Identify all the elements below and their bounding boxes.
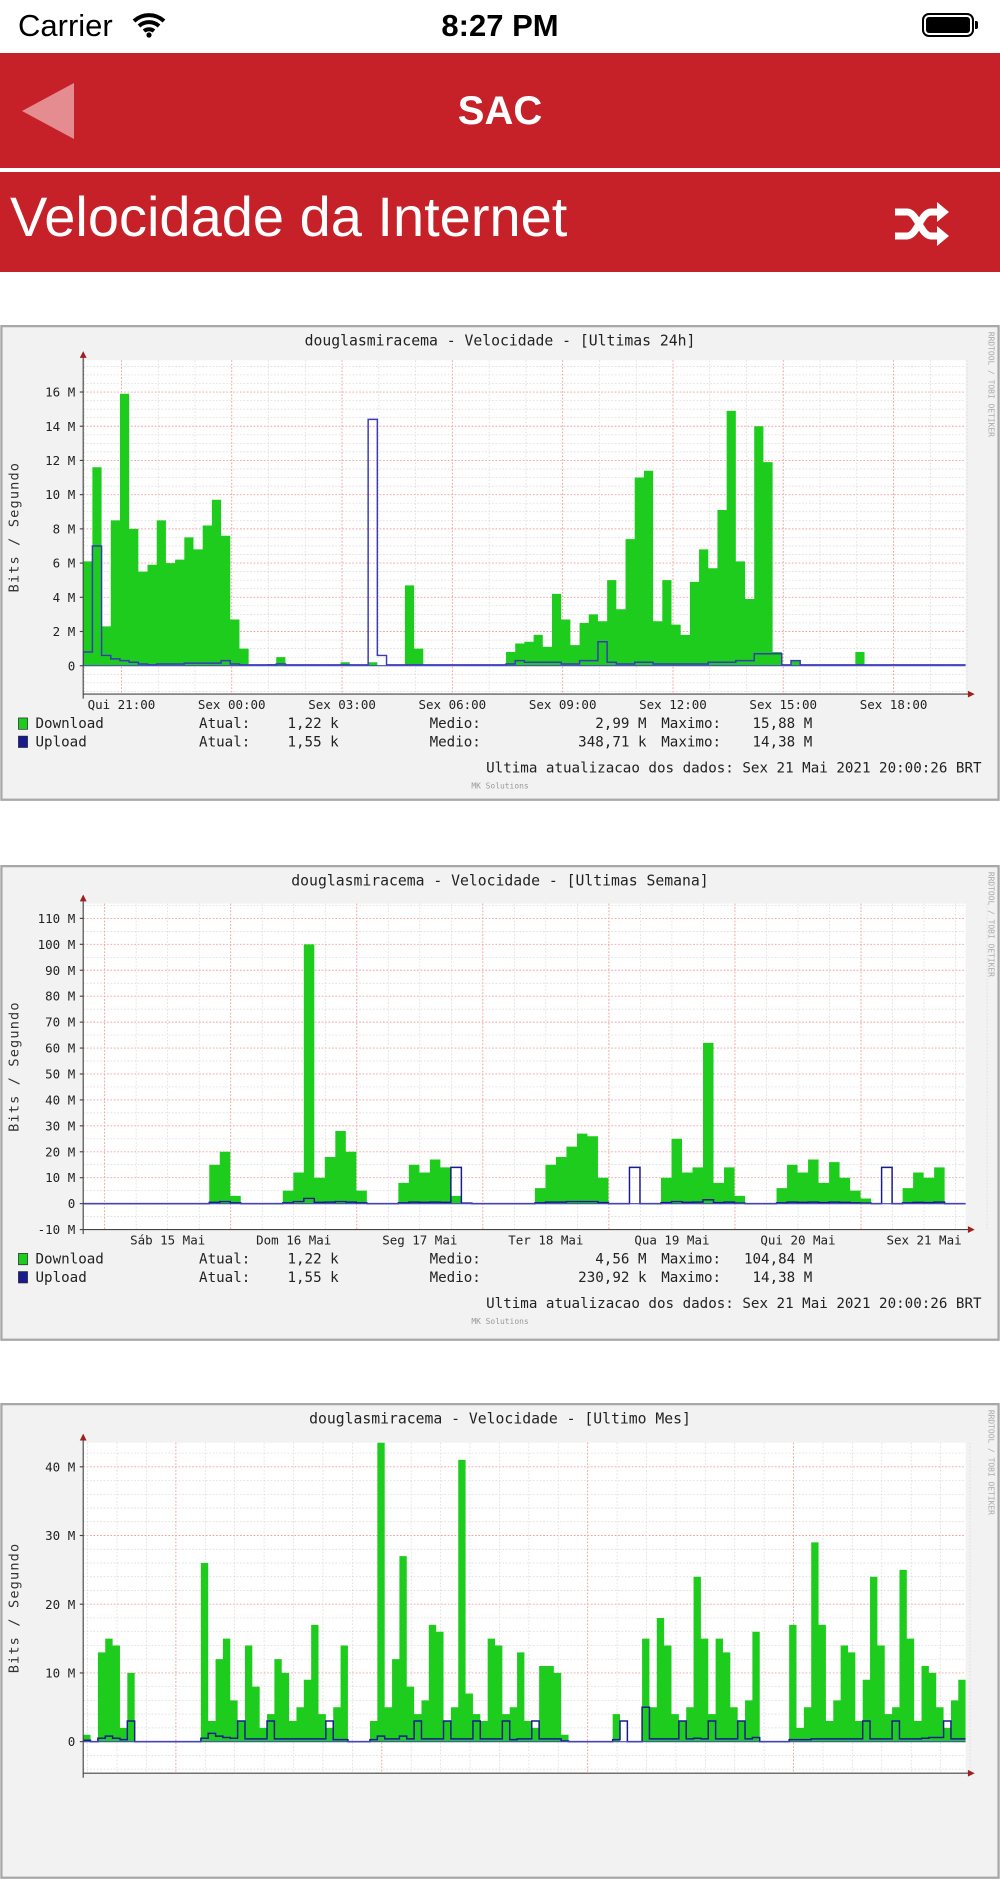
y-tick-label: 8 M [53, 521, 76, 536]
x-tick-label: Sex 03:00 [308, 697, 376, 712]
chart-month: douglasmiracema - Velocidade - [Ultimo M… [0, 1403, 1000, 1879]
download-swatch [18, 717, 28, 730]
y-tick-label: 2 M [53, 624, 76, 639]
y-tick-label: 110 M [38, 911, 76, 926]
page-title: Velocidade da Internet [10, 185, 568, 248]
y-tick-label: 10 M [45, 1170, 75, 1185]
y-tick-label: 40 M [45, 1459, 75, 1474]
nav-bar: SAC [0, 53, 1000, 168]
y-tick-label: 10 M [45, 487, 75, 502]
maximo-value: 14,38 M [753, 734, 813, 750]
medio-value: 348,71 k [578, 734, 647, 750]
chart-24h: douglasmiracema - Velocidade - [Ultimas … [0, 325, 1000, 801]
y-tick-label: 90 M [45, 963, 75, 978]
upload-swatch [18, 1271, 28, 1284]
nav-title: SAC [457, 89, 543, 133]
x-tick-label: Sex 09:00 [529, 697, 597, 712]
x-tick-label: Sex 21 Mai [886, 1232, 961, 1247]
y-axis-label: Bits / Segundo [6, 462, 22, 593]
y-tick-label: 0 [68, 658, 76, 673]
shuffle-icon[interactable] [893, 200, 949, 253]
y-axis-label: Bits / Segundo [6, 1543, 22, 1674]
y-tick-label: 60 M [45, 1041, 75, 1056]
medio-value: 2,99 M [595, 716, 646, 732]
x-tick-label: Qui 20 Mai [760, 1232, 835, 1247]
download-swatch [18, 1253, 28, 1266]
maximo-value: 14,38 M [753, 1270, 813, 1286]
y-tick-label: 4 M [53, 590, 76, 605]
x-tick-label: Qui 21:00 [88, 697, 156, 712]
y-axis-label: Bits / Segundo [6, 1001, 22, 1132]
atual-value: 1,55 k [287, 1270, 339, 1286]
clock: 8:27 PM [441, 8, 559, 43]
y-tick-label: 50 M [45, 1067, 75, 1082]
y-tick-label: -10 M [38, 1222, 76, 1237]
medio-label: Medio: [430, 734, 481, 750]
x-tick-label: Sáb 15 Mai [130, 1232, 205, 1247]
maximo-value: 15,88 M [753, 716, 813, 732]
y-tick-label: 70 M [45, 1015, 75, 1030]
battery-icon [922, 13, 978, 37]
medio-value: 4,56 M [595, 1252, 646, 1268]
y-tick-label: 20 M [45, 1144, 75, 1159]
last-update: Ultima atualizacao dos dados: Sex 21 Mai… [486, 1296, 982, 1312]
maximo-label: Maximo: [661, 734, 721, 750]
credit: MK Solutions [471, 1317, 528, 1326]
medio-label: Medio: [430, 716, 481, 732]
last-update: Ultima atualizacao dos dados: Sex 21 Mai… [486, 760, 982, 776]
x-tick-label: Dom 16 Mai [256, 1232, 331, 1247]
maximo-label: Maximo: [661, 1270, 721, 1286]
y-tick-label: 80 M [45, 989, 75, 1004]
x-tick-label: Sex 06:00 [419, 697, 487, 712]
page-header: Velocidade da Internet [0, 172, 1000, 272]
legend-name: Upload [35, 1270, 86, 1286]
y-tick-label: 100 M [38, 937, 76, 952]
legend-name: Download [35, 716, 103, 732]
y-tick-label: 14 M [45, 419, 75, 434]
y-tick-label: 0 [68, 1734, 76, 1749]
atual-value: 1,22 k [287, 1252, 339, 1268]
atual-label: Atual: [199, 1252, 250, 1268]
x-tick-label: Seg 17 Mai [382, 1232, 457, 1247]
y-tick-label: 12 M [45, 453, 75, 468]
chart-week: douglasmiracema - Velocidade - [Ultimas … [0, 865, 1000, 1341]
medio-label: Medio: [430, 1270, 481, 1286]
maximo-label: Maximo: [661, 1252, 721, 1268]
rrdtool-credit: RRDTOOL / TOBI OETIKER [986, 872, 995, 977]
upload-swatch [18, 735, 28, 748]
x-tick-label: Sex 15:00 [749, 697, 817, 712]
x-tick-label: Sex 12:00 [639, 697, 707, 712]
y-tick-label: 6 M [53, 556, 76, 571]
chart-title: douglasmiracema - Velocidade - [Ultimas … [305, 332, 696, 349]
atual-label: Atual: [199, 1270, 250, 1286]
credit: MK Solutions [471, 781, 528, 790]
y-tick-label: 20 M [45, 1597, 75, 1612]
atual-value: 1,22 k [287, 716, 339, 732]
y-tick-label: 30 M [45, 1528, 75, 1543]
legend-name: Upload [35, 734, 86, 750]
medio-value: 230,92 k [578, 1270, 647, 1286]
x-tick-label: Sex 18:00 [860, 697, 928, 712]
maximo-value: 104,84 M [744, 1252, 812, 1268]
legend-name: Download [35, 1252, 103, 1268]
atual-value: 1,55 k [287, 734, 339, 750]
y-tick-label: 10 M [45, 1665, 75, 1680]
atual-label: Atual: [199, 716, 250, 732]
y-tick-label: 40 M [45, 1092, 75, 1107]
y-tick-label: 30 M [45, 1118, 75, 1133]
rrdtool-credit: RRDTOOL / TOBI OETIKER [986, 332, 995, 437]
y-tick-label: 0 [68, 1196, 76, 1211]
medio-label: Medio: [430, 1252, 481, 1268]
status-bar: Carrier 8:27 PM [0, 0, 1000, 53]
x-tick-label: Sex 00:00 [198, 697, 266, 712]
chart-title: douglasmiracema - Velocidade - [Ultimas … [291, 872, 708, 889]
atual-label: Atual: [199, 734, 250, 750]
chart-title: douglasmiracema - Velocidade - [Ultimo M… [309, 1410, 691, 1427]
x-tick-label: Ter 18 Mai [508, 1232, 583, 1247]
rrdtool-credit: RRDTOOL / TOBI OETIKER [986, 1410, 995, 1515]
x-tick-label: Qua 19 Mai [634, 1232, 709, 1247]
y-tick-label: 16 M [45, 385, 75, 400]
maximo-label: Maximo: [661, 716, 721, 732]
